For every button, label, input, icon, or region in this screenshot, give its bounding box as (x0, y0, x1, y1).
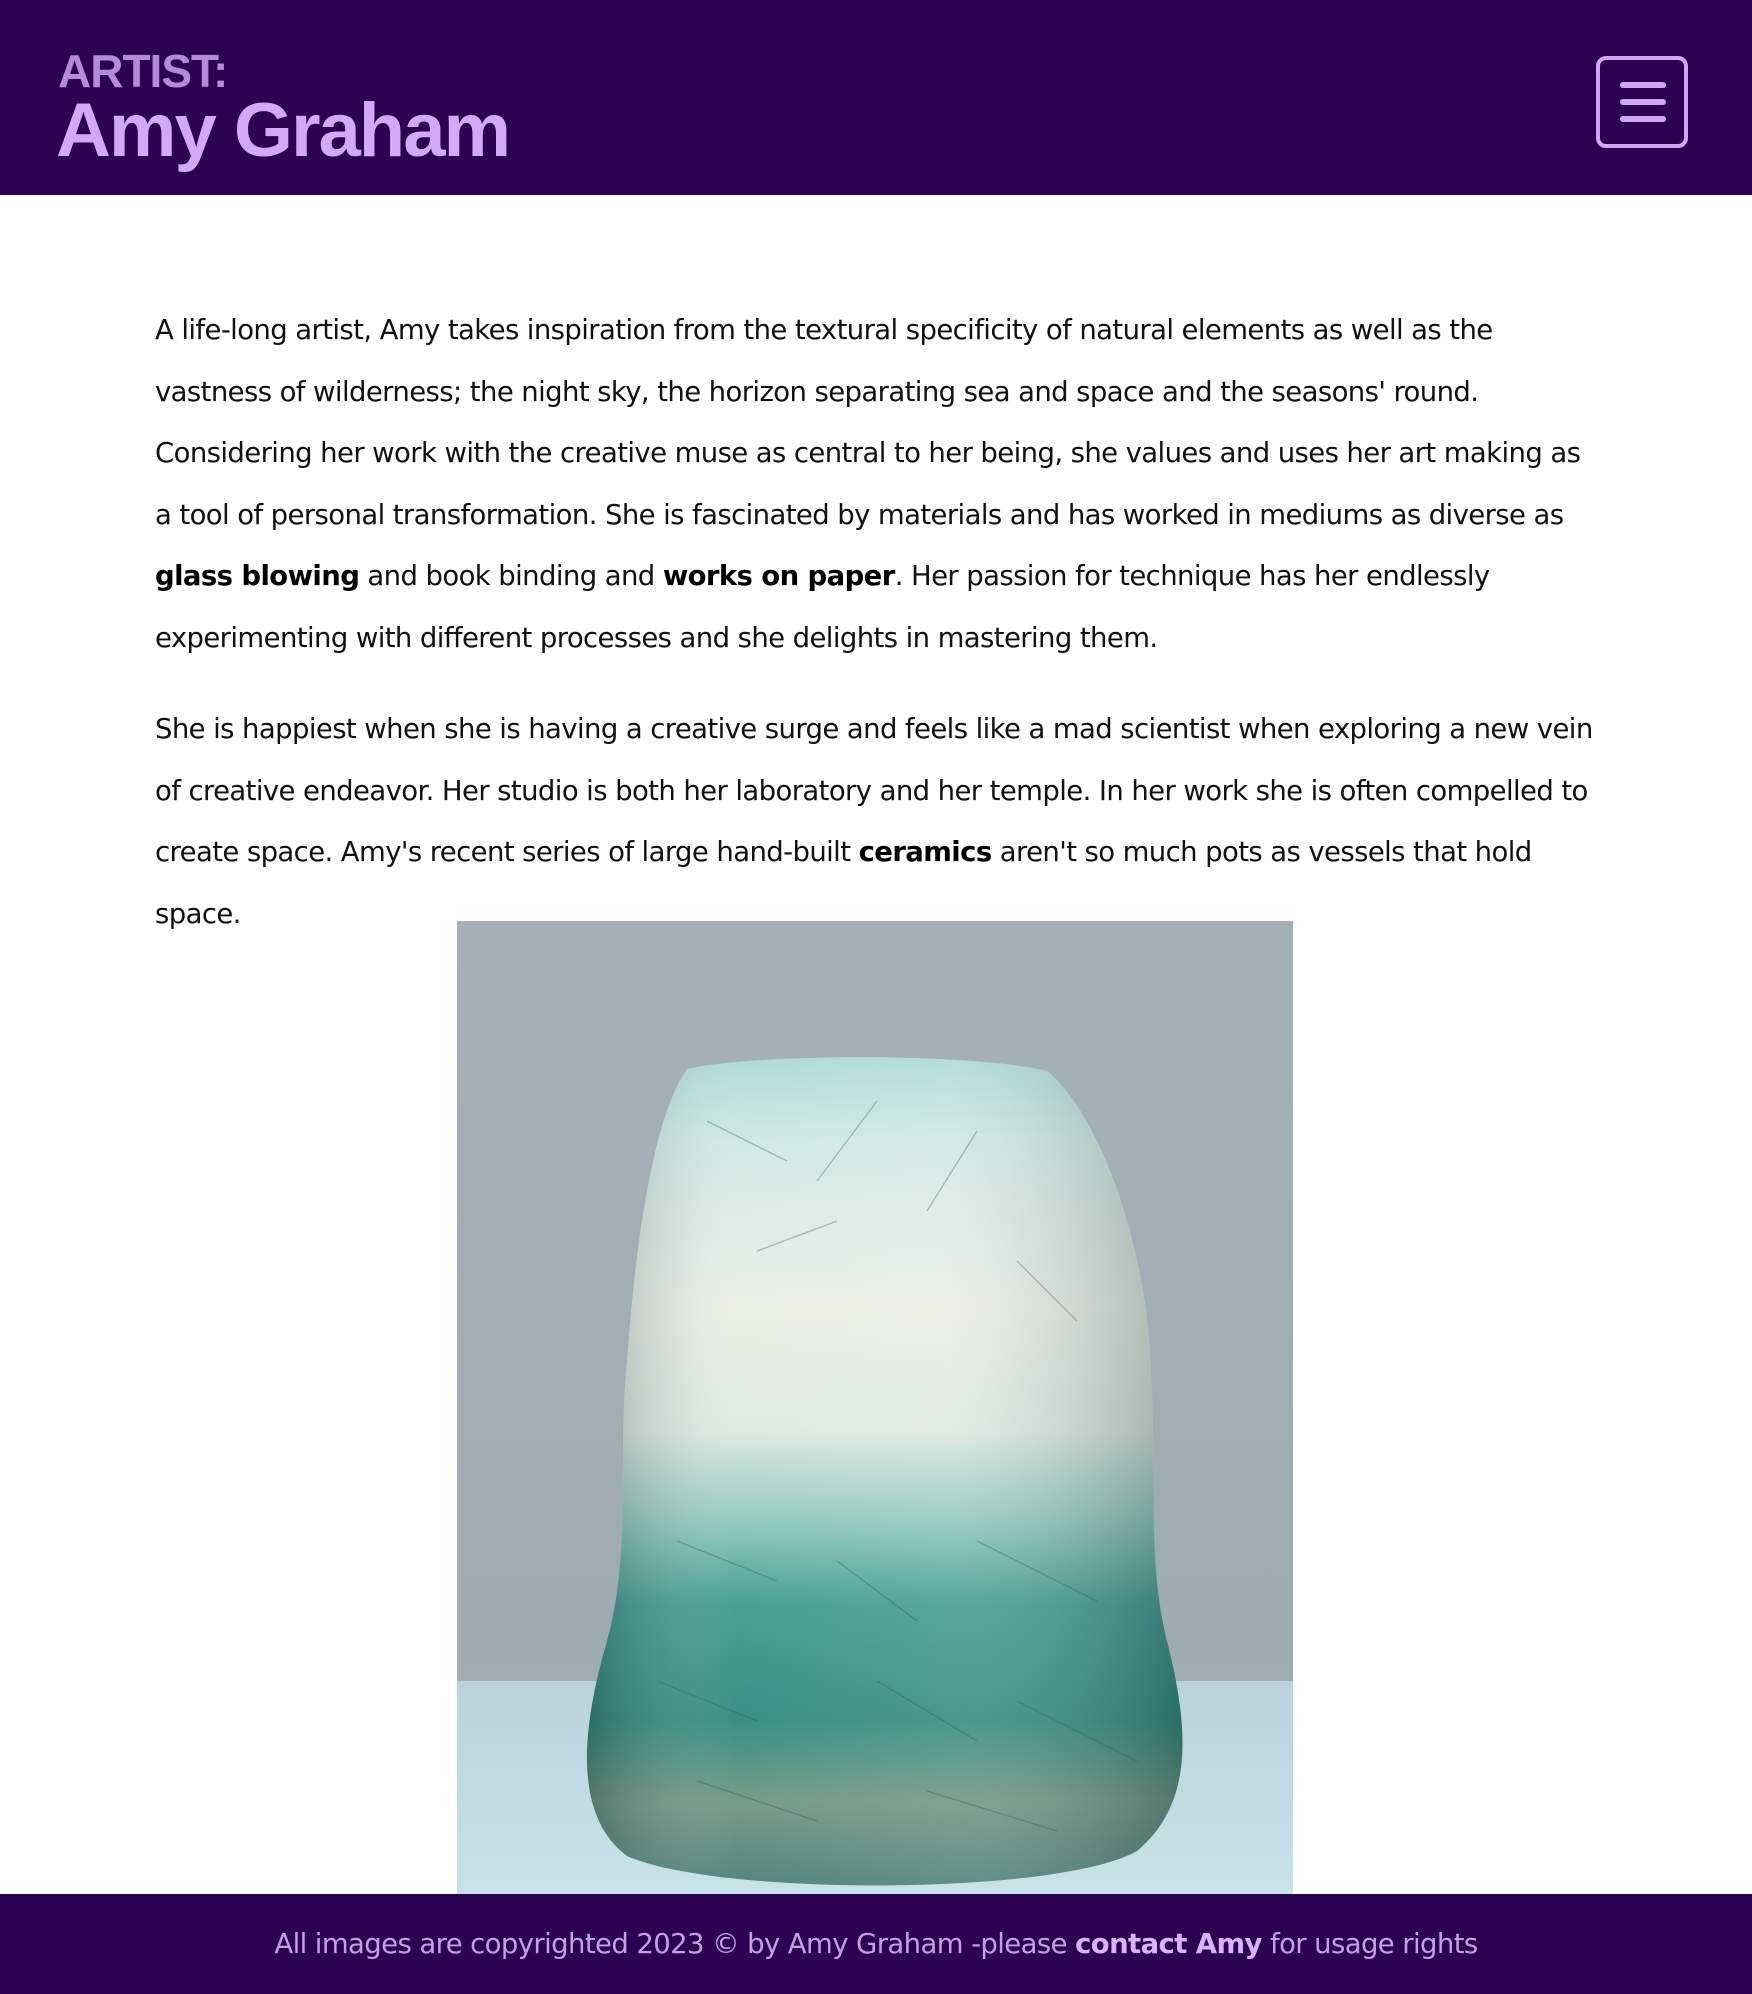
bio-text: and book binding and (359, 560, 663, 592)
bio-paragraph-2: She is happiest when she is having a cre… (155, 699, 1595, 945)
site-footer: All images are copyrighted 2023 © by Amy… (0, 1894, 1752, 1994)
artist-name[interactable]: Amy Graham (56, 88, 511, 174)
bio-content: A life-long artist, Amy takes inspiratio… (155, 300, 1595, 945)
copyright-text: All images are copyrighted 2023 © by Amy… (274, 1928, 1076, 1960)
medium-ceramics: ceramics (858, 836, 993, 868)
medium-works-on-paper: works on paper (662, 560, 895, 592)
usage-rights-text: for usage rights (1261, 1928, 1478, 1960)
site-header: ARTIST: Amy Graham (0, 0, 1752, 195)
contact-link[interactable]: contact Amy (1075, 1928, 1262, 1960)
bio-text: A life-long artist, Amy takes inspiratio… (155, 314, 1581, 531)
ceramic-vessel-photo (457, 921, 1293, 1895)
copyright-notice: All images are copyrighted 2023 © by Amy… (274, 1928, 1478, 1960)
menu-button[interactable] (1596, 56, 1688, 148)
bio-paragraph-1: A life-long artist, Amy takes inspiratio… (155, 300, 1595, 669)
medium-glass-blowing: glass blowing (155, 560, 360, 592)
